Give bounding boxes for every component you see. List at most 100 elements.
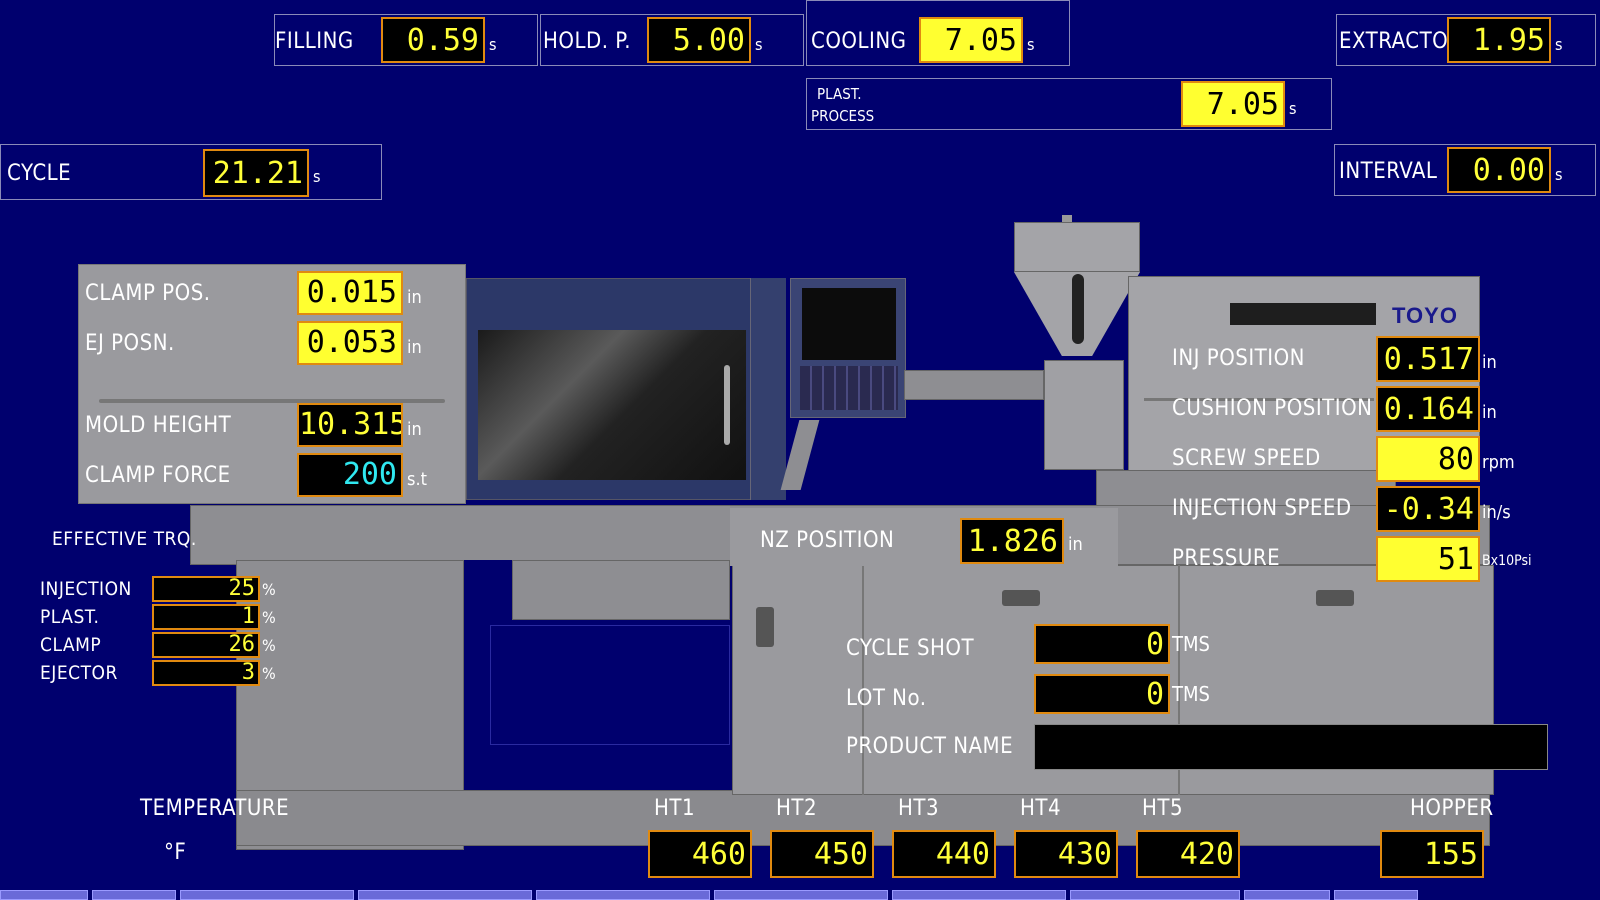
plast-process-label-1: PLAST. [817,85,862,103]
screw-speed-unit: rpm [1482,452,1515,473]
inj-position-value: 0.517 [1376,336,1480,382]
torque-label-injection: INJECTION [40,578,132,600]
clamp-force-unit: s.t [407,469,427,490]
torque-label-ejector: EJECTOR [40,662,118,684]
ht5-value: 420 [1136,830,1240,878]
nz-position-unit: in [1068,534,1083,555]
pressure-label: PRESSURE [1172,546,1281,571]
cycle-shot-unit: TMS [1172,632,1210,656]
torque-unit-injection: % [262,580,276,599]
ht3-label: HT3 [898,796,940,821]
torque-unit-clamp: % [262,636,276,655]
extractor-label: EXTRACTOR [1339,29,1463,54]
lot-no-unit: TMS [1172,682,1210,706]
ht2-label: HT2 [776,796,818,821]
torque-value-ejector: 3 [152,660,260,686]
screw-speed-value: 80 [1376,436,1480,482]
ht1-value: 460 [648,830,752,878]
extractor-panel: EXTRACTOR 1.95 s [1336,14,1596,66]
extractor-unit: s [1555,35,1563,54]
product-name-label: PRODUCT NAME [846,734,1014,759]
torque-unit-plast: % [262,608,276,627]
function-key-5[interactable] [536,890,710,900]
nz-position-value: 1.826 [960,518,1064,564]
temperature-title: TEMPERATURE [140,796,290,821]
ht2-value: 450 [770,830,874,878]
filling-value: 0.59 [381,17,485,63]
toyo-logo: TOYO [1392,303,1458,328]
plast-process-label-2: PROCESS [811,107,875,125]
plast-process-panel: PLAST. PROCESS 7.05 s [806,78,1332,130]
filling-panel: FILLING 0.59 s [274,14,538,66]
hopper-label: HOPPER [1410,796,1494,821]
clamp-force-value: 200 [297,453,403,497]
interval-unit: s [1555,165,1563,184]
mold-height-value: 10.315 [297,403,403,447]
cushion-position-value: 0.164 [1376,386,1480,432]
function-key-2[interactable] [92,890,176,900]
ht3-value: 440 [892,830,996,878]
function-key-1[interactable] [0,890,88,900]
interval-panel: INTERVAL 0.00 s [1334,144,1596,196]
extractor-value: 1.95 [1447,17,1551,63]
ht1-label: HT1 [654,796,696,821]
cooling-label: COOLING [811,29,907,54]
function-key-4[interactable] [358,890,532,900]
torque-unit-ejector: % [262,664,276,683]
cycle-label: CYCLE [7,161,72,186]
hopper-value: 155 [1380,830,1484,878]
interval-value: 0.00 [1447,147,1551,193]
clamp-pos-value: 0.015 [297,271,403,315]
cushion-position-label: CUSHION POSITION [1172,396,1373,421]
ht4-value: 430 [1014,830,1118,878]
ht5-label: HT5 [1142,796,1184,821]
cooling-value: 7.05 [919,17,1023,63]
cycle-shot-label: CYCLE SHOT [846,636,975,661]
filling-label: FILLING [275,29,354,54]
function-key-9[interactable] [1244,890,1330,900]
ej-posn-unit: in [407,337,422,358]
effective-trq-title: EFFECTIVE TRQ. [52,528,197,550]
pressure-value: 51 [1376,536,1480,582]
ht4-label: HT4 [1020,796,1062,821]
nz-position-label: NZ POSITION [760,528,895,553]
function-key-7[interactable] [892,890,1066,900]
function-key-6[interactable] [714,890,888,900]
interval-label: INTERVAL [1339,159,1438,184]
cushion-position-unit: in [1482,402,1497,423]
torque-value-clamp: 26 [152,632,260,658]
ej-posn-label: EJ POSN. [85,331,175,356]
function-key-10[interactable] [1334,890,1418,900]
filling-unit: s [489,35,497,54]
cycle-unit: s [313,167,321,186]
temperature-unit: °F [164,840,187,865]
clamp-pos-unit: in [407,287,422,308]
torque-value-injection: 25 [152,576,260,602]
mold-height-unit: in [407,419,422,440]
plast-process-unit: s [1289,99,1297,118]
lot-no-value: 0 [1034,674,1170,714]
hold-p-label: HOLD. P. [543,29,632,54]
function-key-3[interactable] [180,890,354,900]
plast-process-value: 7.05 [1181,81,1285,127]
inj-position-label: INJ POSITION [1172,346,1305,371]
inj-position-unit: in [1482,352,1497,373]
torque-value-plast: 1 [152,604,260,630]
torque-label-clamp: CLAMP [40,634,102,656]
injection-speed-label: INJECTION SPEED [1172,496,1352,521]
clamp-pos-label: CLAMP POS. [85,281,211,306]
injection-speed-unit: in/s [1482,502,1511,523]
ej-posn-value: 0.053 [297,321,403,365]
function-key-8[interactable] [1070,890,1240,900]
mold-height-label: MOLD HEIGHT [85,413,232,438]
cycle-shot-value: 0 [1034,624,1170,664]
pressure-unit: Bx10Psi [1482,553,1532,569]
torque-label-plast: PLAST. [40,606,100,628]
clamp-panel: CLAMP POS. 0.015 in EJ POSN. 0.053 in MO… [78,264,466,504]
hold-p-unit: s [755,35,763,54]
injection-speed-value: -0.34 [1376,486,1480,532]
screw-speed-label: SCREW SPEED [1172,446,1321,471]
cooling-unit: s [1027,35,1035,54]
clamp-force-label: CLAMP FORCE [85,463,231,488]
hold-p-value: 5.00 [647,17,751,63]
